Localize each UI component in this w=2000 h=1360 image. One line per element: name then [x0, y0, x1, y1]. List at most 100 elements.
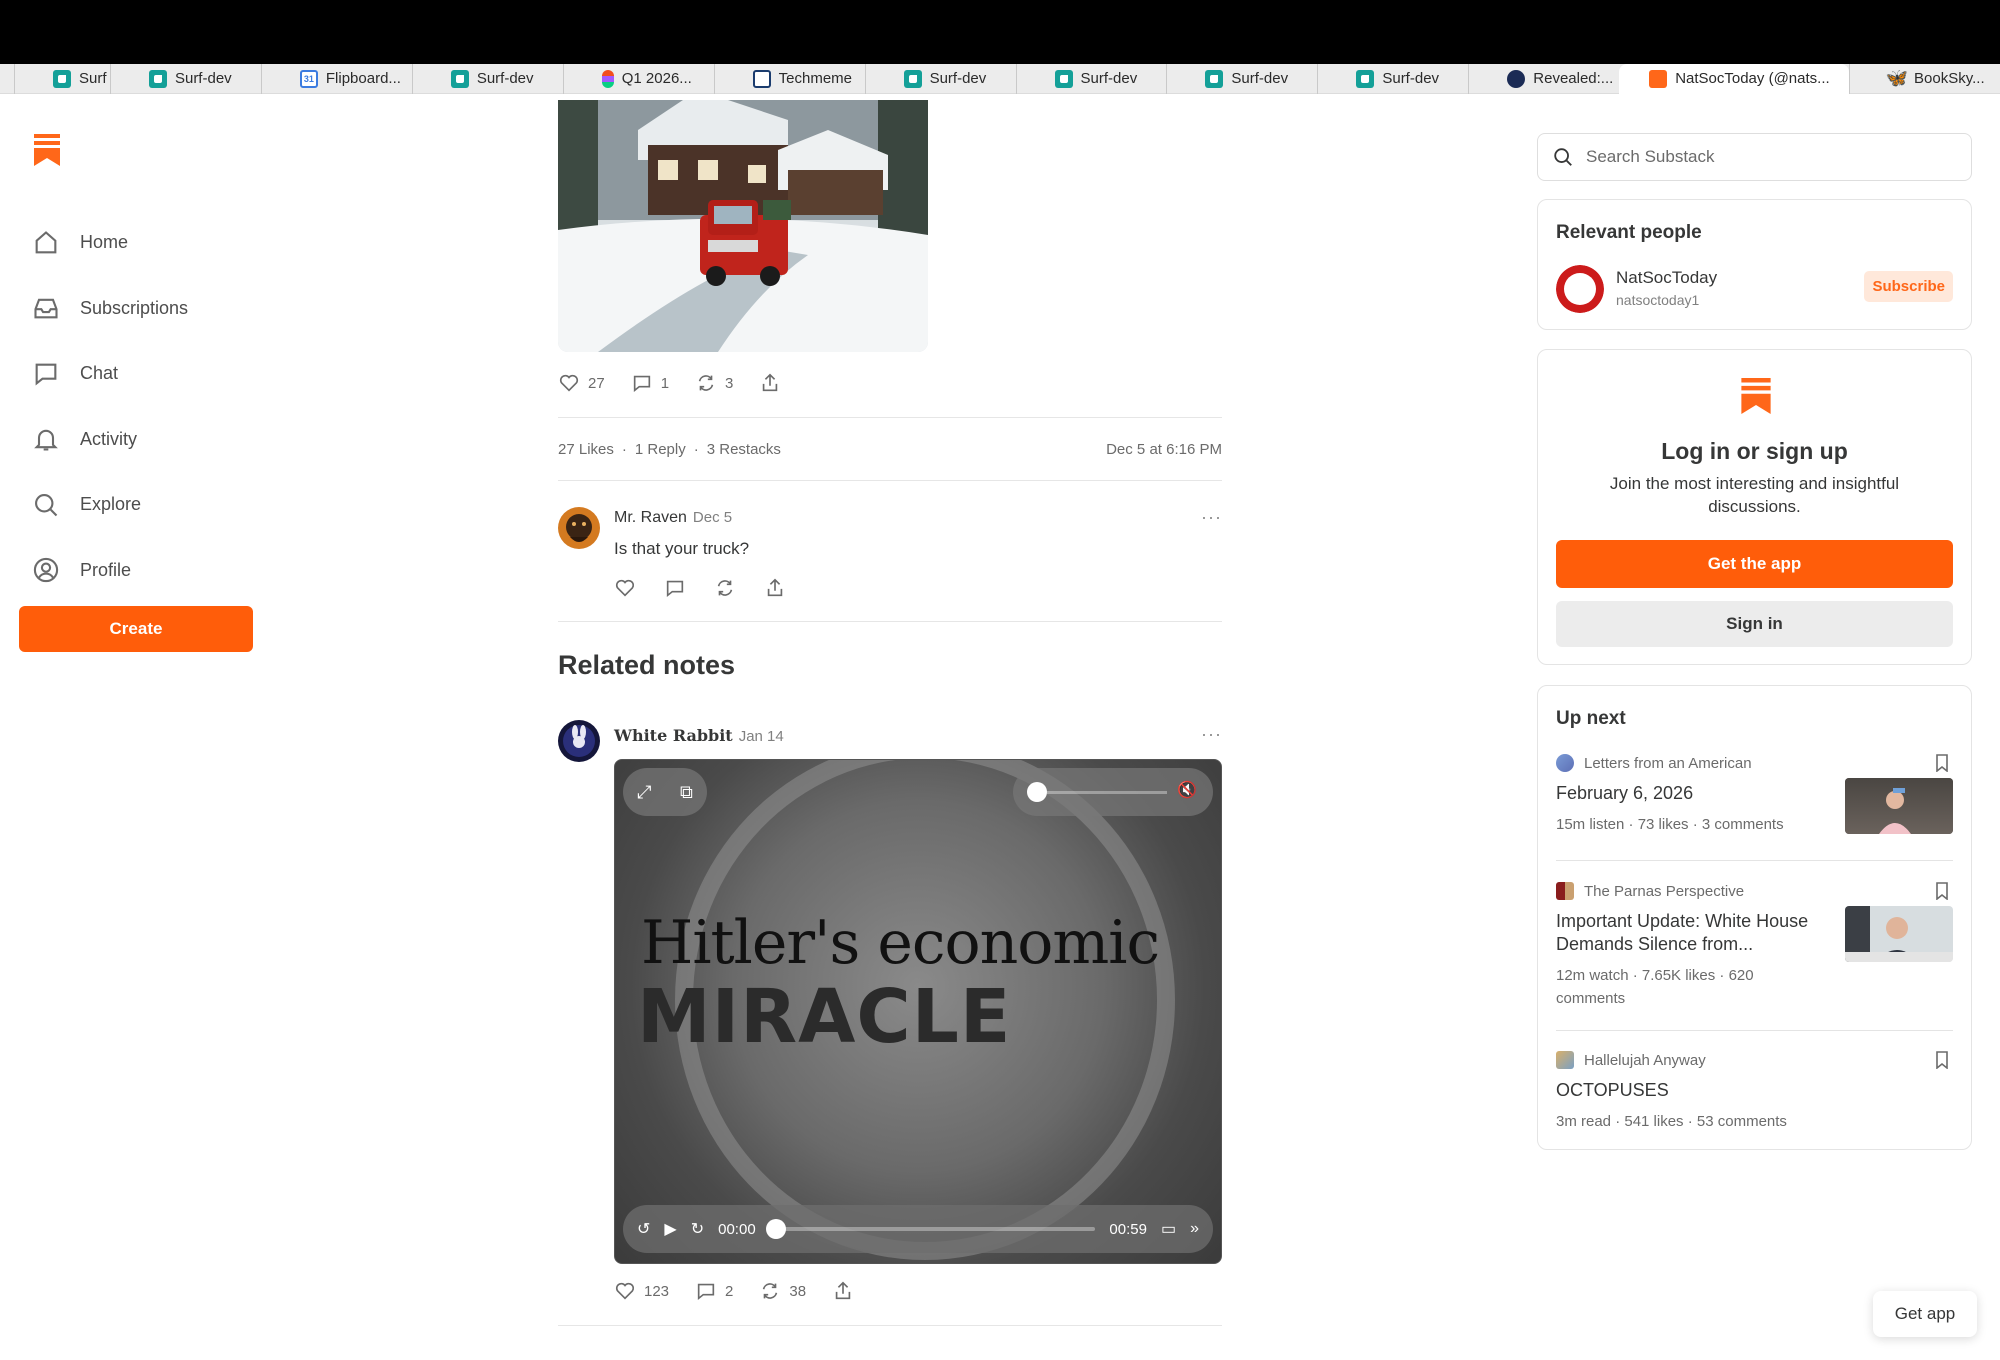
airplay-icon[interactable]: ▭ [1161, 1219, 1176, 1239]
browser-tab-active[interactable]: NatSocToday (@nats... [1619, 63, 1850, 94]
browser-tab[interactable]: Surf-dev [1317, 63, 1468, 94]
sidebar-item-explore[interactable]: Explore [32, 472, 188, 538]
note-author[interactable]: White Rabbit [614, 726, 733, 745]
up-next-title: Important Update: White House Demands Si… [1556, 911, 1809, 954]
skip-icon[interactable]: » [1190, 1220, 1199, 1238]
bookmark-icon[interactable] [1935, 754, 1949, 772]
butterfly-icon: 🦋 [1885, 68, 1909, 88]
publication-icon [1556, 1051, 1574, 1069]
browser-tab[interactable]: Surf-dev [411, 63, 563, 94]
search-icon [1554, 148, 1572, 166]
comment-date[interactable]: Dec 5 [693, 509, 732, 526]
create-button[interactable]: Create [19, 606, 253, 652]
browser-tab[interactable]: Q1 2026... [562, 63, 714, 94]
play-icon[interactable]: ▶ [664, 1219, 676, 1239]
up-next-item[interactable]: Letters from an American February 6, 202… [1556, 754, 1953, 836]
sidebar-item-activity[interactable]: Activity [32, 407, 188, 473]
bookmark-icon[interactable] [1935, 1051, 1949, 1069]
like-button[interactable]: 123 [614, 1280, 669, 1302]
divider [1556, 1030, 1953, 1031]
mute-icon[interactable]: 🔇 [1177, 780, 1197, 800]
rewind-icon[interactable]: ↺ [637, 1219, 650, 1239]
publication-icon [1556, 754, 1574, 772]
up-next-item[interactable]: The Parnas Perspective Important Update:… [1556, 882, 1953, 1010]
raven-avatar-image [558, 507, 600, 549]
fullscreen-icon[interactable]: ⤢ [637, 782, 651, 803]
restack-button[interactable]: 3 [695, 372, 733, 394]
up-next-heading: Up next [1556, 708, 1626, 729]
sidebar-item-home[interactable]: Home [32, 210, 188, 276]
related-notes-heading: Related notes [558, 650, 736, 680]
bell-icon [34, 430, 58, 451]
more-options-icon[interactable]: ··· [1201, 507, 1222, 528]
volume-slider-handle[interactable] [1027, 782, 1047, 802]
bookmark-icon[interactable] [1935, 882, 1949, 900]
rabbit-avatar-image [558, 720, 600, 762]
volume-slider[interactable] [1047, 791, 1167, 794]
restack-button[interactable]: 38 [759, 1280, 806, 1302]
up-next-title: OCTOPUSES [1556, 1080, 1669, 1100]
comment-button[interactable]: 1 [631, 372, 669, 394]
get-the-app-button[interactable]: Get the app [1556, 540, 1953, 588]
picture-in-picture-icon[interactable]: ⧉ [680, 782, 693, 803]
video-caption-line1: Hitler's economic [641, 908, 1160, 978]
browser-tab[interactable]: Techmeme [713, 63, 865, 94]
share-button[interactable] [764, 577, 786, 599]
likes-count-link[interactable]: 27 Likes [558, 441, 614, 458]
restack-button[interactable] [714, 577, 736, 599]
subscribe-button[interactable]: Subscribe [1864, 271, 1953, 302]
sidebar-item-subscriptions[interactable]: Subscriptions [32, 276, 188, 342]
person-name[interactable]: NatSocToday [1616, 268, 1717, 288]
browser-tab[interactable]: Surf-dev [864, 63, 1016, 94]
browser-tab[interactable]: Revealed:... [1468, 63, 1619, 94]
avatar[interactable] [1556, 265, 1604, 313]
browser-tab[interactable]: Surf-dev [1166, 63, 1317, 94]
sidebar-nav: Home Subscriptions Chat Activity Explore… [32, 210, 188, 603]
sidebar-item-profile[interactable]: Profile [32, 538, 188, 604]
post-stats: 27 Likes · 1 Reply · 3 Restacks Dec 5 at 6:1… [558, 441, 1222, 458]
avatar[interactable] [558, 507, 600, 549]
post-image[interactable] [558, 100, 928, 352]
video-scrubber[interactable] [765, 1219, 1096, 1239]
restacks-count-link[interactable]: 3 Restacks [707, 441, 781, 458]
surf-icon [1356, 69, 1375, 88]
browser-tab[interactable]: 31 Flipboard... [260, 63, 412, 94]
note-actions: 123 2 38 [614, 1280, 880, 1302]
comment-button[interactable] [664, 577, 686, 599]
more-options-icon[interactable]: ··· [1201, 724, 1222, 745]
substack-logo[interactable] [34, 134, 60, 166]
divider [558, 1325, 1222, 1326]
restack-icon [717, 580, 733, 596]
browser-tab[interactable]: Surf-dev [1015, 63, 1167, 94]
surf-icon [903, 69, 922, 88]
avatar[interactable] [558, 720, 600, 762]
browser-tab[interactable]: Surf-dev [109, 63, 261, 94]
divider [558, 480, 1222, 481]
replies-count-link[interactable]: 1 Reply [635, 441, 686, 458]
share-button[interactable] [759, 372, 781, 394]
video-player[interactable]: Hitler's economic MIRACLE ⤢ ⧉ 🔇 ↺ ▶ ↻ 00… [614, 759, 1222, 1264]
chat-icon [35, 363, 57, 386]
like-button[interactable]: 27 [558, 372, 605, 394]
note-date[interactable]: Jan 14 [739, 728, 784, 745]
search-icon [35, 493, 58, 516]
up-next-card: Up next Letters from an American Februar… [1537, 685, 1972, 1150]
sign-in-button[interactable]: Sign in [1556, 601, 1953, 647]
share-button[interactable] [832, 1280, 854, 1302]
publication-name: The Parnas Perspective [1584, 882, 1745, 900]
divider [1556, 860, 1953, 861]
sidebar-item-chat[interactable]: Chat [32, 341, 188, 407]
up-next-meta: 15m listen · 73 likes · 3 comments [1556, 816, 1784, 833]
get-app-floating-button[interactable]: Get app [1873, 1291, 1977, 1337]
browser-tab[interactable]: 🦋 BookSky... [1849, 63, 2000, 94]
comment-button[interactable]: 2 [695, 1280, 733, 1302]
forward-icon[interactable]: ↻ [691, 1219, 704, 1239]
like-button[interactable] [614, 577, 636, 599]
comment-author[interactable]: Mr. Raven [614, 509, 687, 526]
post-timestamp[interactable]: Dec 5 at 6:16 PM [1106, 441, 1222, 458]
divider [558, 621, 1222, 622]
search-input[interactable] [1586, 147, 1946, 167]
browser-tab[interactable]: Surf [14, 63, 110, 94]
up-next-item[interactable]: Hallelujah Anyway OCTOPUSES 3m read · 54… [1556, 1051, 1953, 1133]
video-top-left-controls: ⤢ ⧉ [623, 768, 707, 816]
